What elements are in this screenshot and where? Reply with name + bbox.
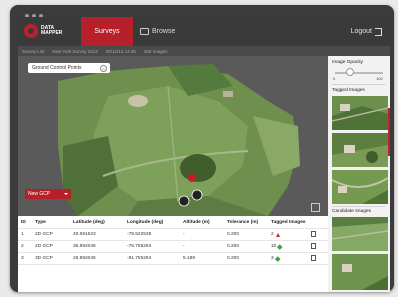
app-screen: DATA MAPPER Surveys Browse Logout Survey…: [18, 17, 390, 292]
col-tagged-images[interactable]: Tagged Images: [271, 220, 311, 225]
opacity-slider-track[interactable]: [335, 72, 383, 74]
chevron-down-icon: [64, 193, 68, 195]
table-row[interactable]: 3 3D GCP 26.892046 -81.755294 5.189 0.20…: [18, 253, 328, 265]
cell-latitude: 26.892046: [73, 256, 96, 261]
breadcrumb-survey-list[interactable]: Survey List: [22, 49, 44, 54]
nav-tab-browse[interactable]: Browse: [140, 17, 175, 46]
tagged-image-thumb[interactable]: [332, 96, 388, 130]
trash-icon[interactable]: [311, 254, 316, 261]
gcp-marker-2[interactable]: [178, 195, 190, 207]
cell-type: 3D GCP: [35, 256, 53, 261]
tagged-count: 3: [271, 256, 274, 261]
col-type[interactable]: Type: [35, 220, 73, 225]
clear-icon[interactable]: ×: [100, 65, 107, 72]
col-tolerance[interactable]: Tolerance (m): [227, 220, 271, 225]
cell-id: 3: [21, 256, 24, 261]
candidate-image-thumb[interactable]: [332, 217, 388, 251]
breadcrumb-survey[interactable]: New York Survey 2013: [52, 49, 98, 54]
opacity-slider-handle[interactable]: [346, 68, 355, 76]
cell-longitude: -78.755294: [127, 244, 152, 249]
cell-altitude: -: [183, 232, 185, 237]
cell-type: 2D GCP: [35, 244, 53, 249]
gcp-marker-3[interactable]: [191, 189, 203, 201]
brand-name: DATA MAPPER: [41, 25, 63, 36]
tagged-images-label: Tagged Images: [332, 88, 365, 93]
candidate-images-label: Candidate Images: [332, 209, 371, 214]
check-icon: [277, 244, 283, 249]
cell-id: 1: [21, 232, 24, 237]
gcp-search-input[interactable]: Ground Control Points ×: [28, 63, 110, 73]
gcp-marker-1[interactable]: [188, 174, 196, 182]
nav-tab-surveys[interactable]: Surveys: [81, 17, 133, 46]
col-id[interactable]: ID: [18, 220, 35, 225]
warning-icon: [275, 232, 280, 237]
breadcrumb: Survey List New York Survey 2013 05/12/1…: [18, 46, 390, 56]
breadcrumb-images: 300 Images: [143, 48, 168, 54]
cell-longitude: -81.755294: [127, 256, 152, 261]
table-row[interactable]: 2 2D GCP 35.892046 -78.755294 - 0.200 10: [18, 241, 328, 253]
divider: [332, 206, 386, 207]
table-header: ID Type Latitude (deg) Longitude (deg) A…: [18, 216, 328, 229]
gcp-table: ID Type Latitude (deg) Longitude (deg) A…: [18, 216, 328, 292]
image-opacity-label: Image Opacity: [332, 60, 363, 65]
table-row[interactable]: 1 2D GCP 40.691523 -79.522538 - 0.200 2: [18, 229, 328, 241]
logout-icon: [375, 27, 382, 36]
breadcrumb-date[interactable]: 05/12/13 14:35: [106, 49, 136, 54]
cell-altitude: 5.189: [183, 256, 196, 261]
col-latitude[interactable]: Latitude (deg): [73, 220, 127, 225]
cell-type: 2D GCP: [35, 232, 53, 237]
col-longitude[interactable]: Longitude (deg): [127, 220, 183, 225]
logout-label: Logout: [350, 28, 372, 35]
cell-longitude: -79.522538: [127, 232, 152, 237]
new-gcp-button[interactable]: New GCP: [25, 189, 71, 199]
logo-icon: [24, 24, 38, 38]
col-altitude[interactable]: Altitude (m): [183, 220, 227, 225]
tagged-count: 2: [271, 232, 274, 237]
cell-latitude: 40.691523: [73, 232, 96, 237]
logout-button[interactable]: Logout: [351, 17, 382, 46]
browse-icon: [140, 28, 149, 35]
brand-logo: DATA MAPPER: [24, 24, 63, 38]
tagged-image-thumb[interactable]: [332, 170, 388, 204]
opacity-min: 0: [333, 76, 336, 81]
cell-tolerance: 0.200: [227, 244, 240, 249]
sidebar-scrollbar[interactable]: [388, 108, 390, 156]
tagged-count: 10: [271, 244, 277, 249]
nav-tab-browse-label: Browse: [152, 28, 176, 35]
cell-tagged-images: 10: [271, 244, 311, 249]
candidate-image-thumb[interactable]: [332, 254, 388, 290]
fullscreen-icon[interactable]: [311, 203, 320, 212]
image-sidebar: Image Opacity 0 100 Tagged Images Candid…: [328, 56, 390, 292]
tagged-image-thumb[interactable]: [332, 133, 388, 167]
cell-latitude: 35.892046: [73, 244, 96, 249]
cell-tolerance: 0.200: [227, 256, 240, 261]
gcp-search-placeholder: Ground Control Points: [32, 65, 82, 71]
cell-tagged-images: 3: [271, 256, 311, 261]
new-gcp-label: New GCP: [28, 191, 51, 197]
cell-altitude: -: [183, 244, 185, 249]
top-navigation-bar: DATA MAPPER Surveys Browse Logout: [18, 17, 390, 46]
opacity-max: 100: [376, 76, 383, 81]
trash-icon[interactable]: [311, 230, 316, 237]
cell-tagged-images: 2: [271, 232, 311, 237]
cell-tolerance: 0.200: [227, 232, 240, 237]
divider: [332, 84, 386, 85]
cell-id: 2: [21, 244, 24, 249]
trash-icon[interactable]: [311, 242, 316, 249]
check-icon: [274, 256, 280, 261]
